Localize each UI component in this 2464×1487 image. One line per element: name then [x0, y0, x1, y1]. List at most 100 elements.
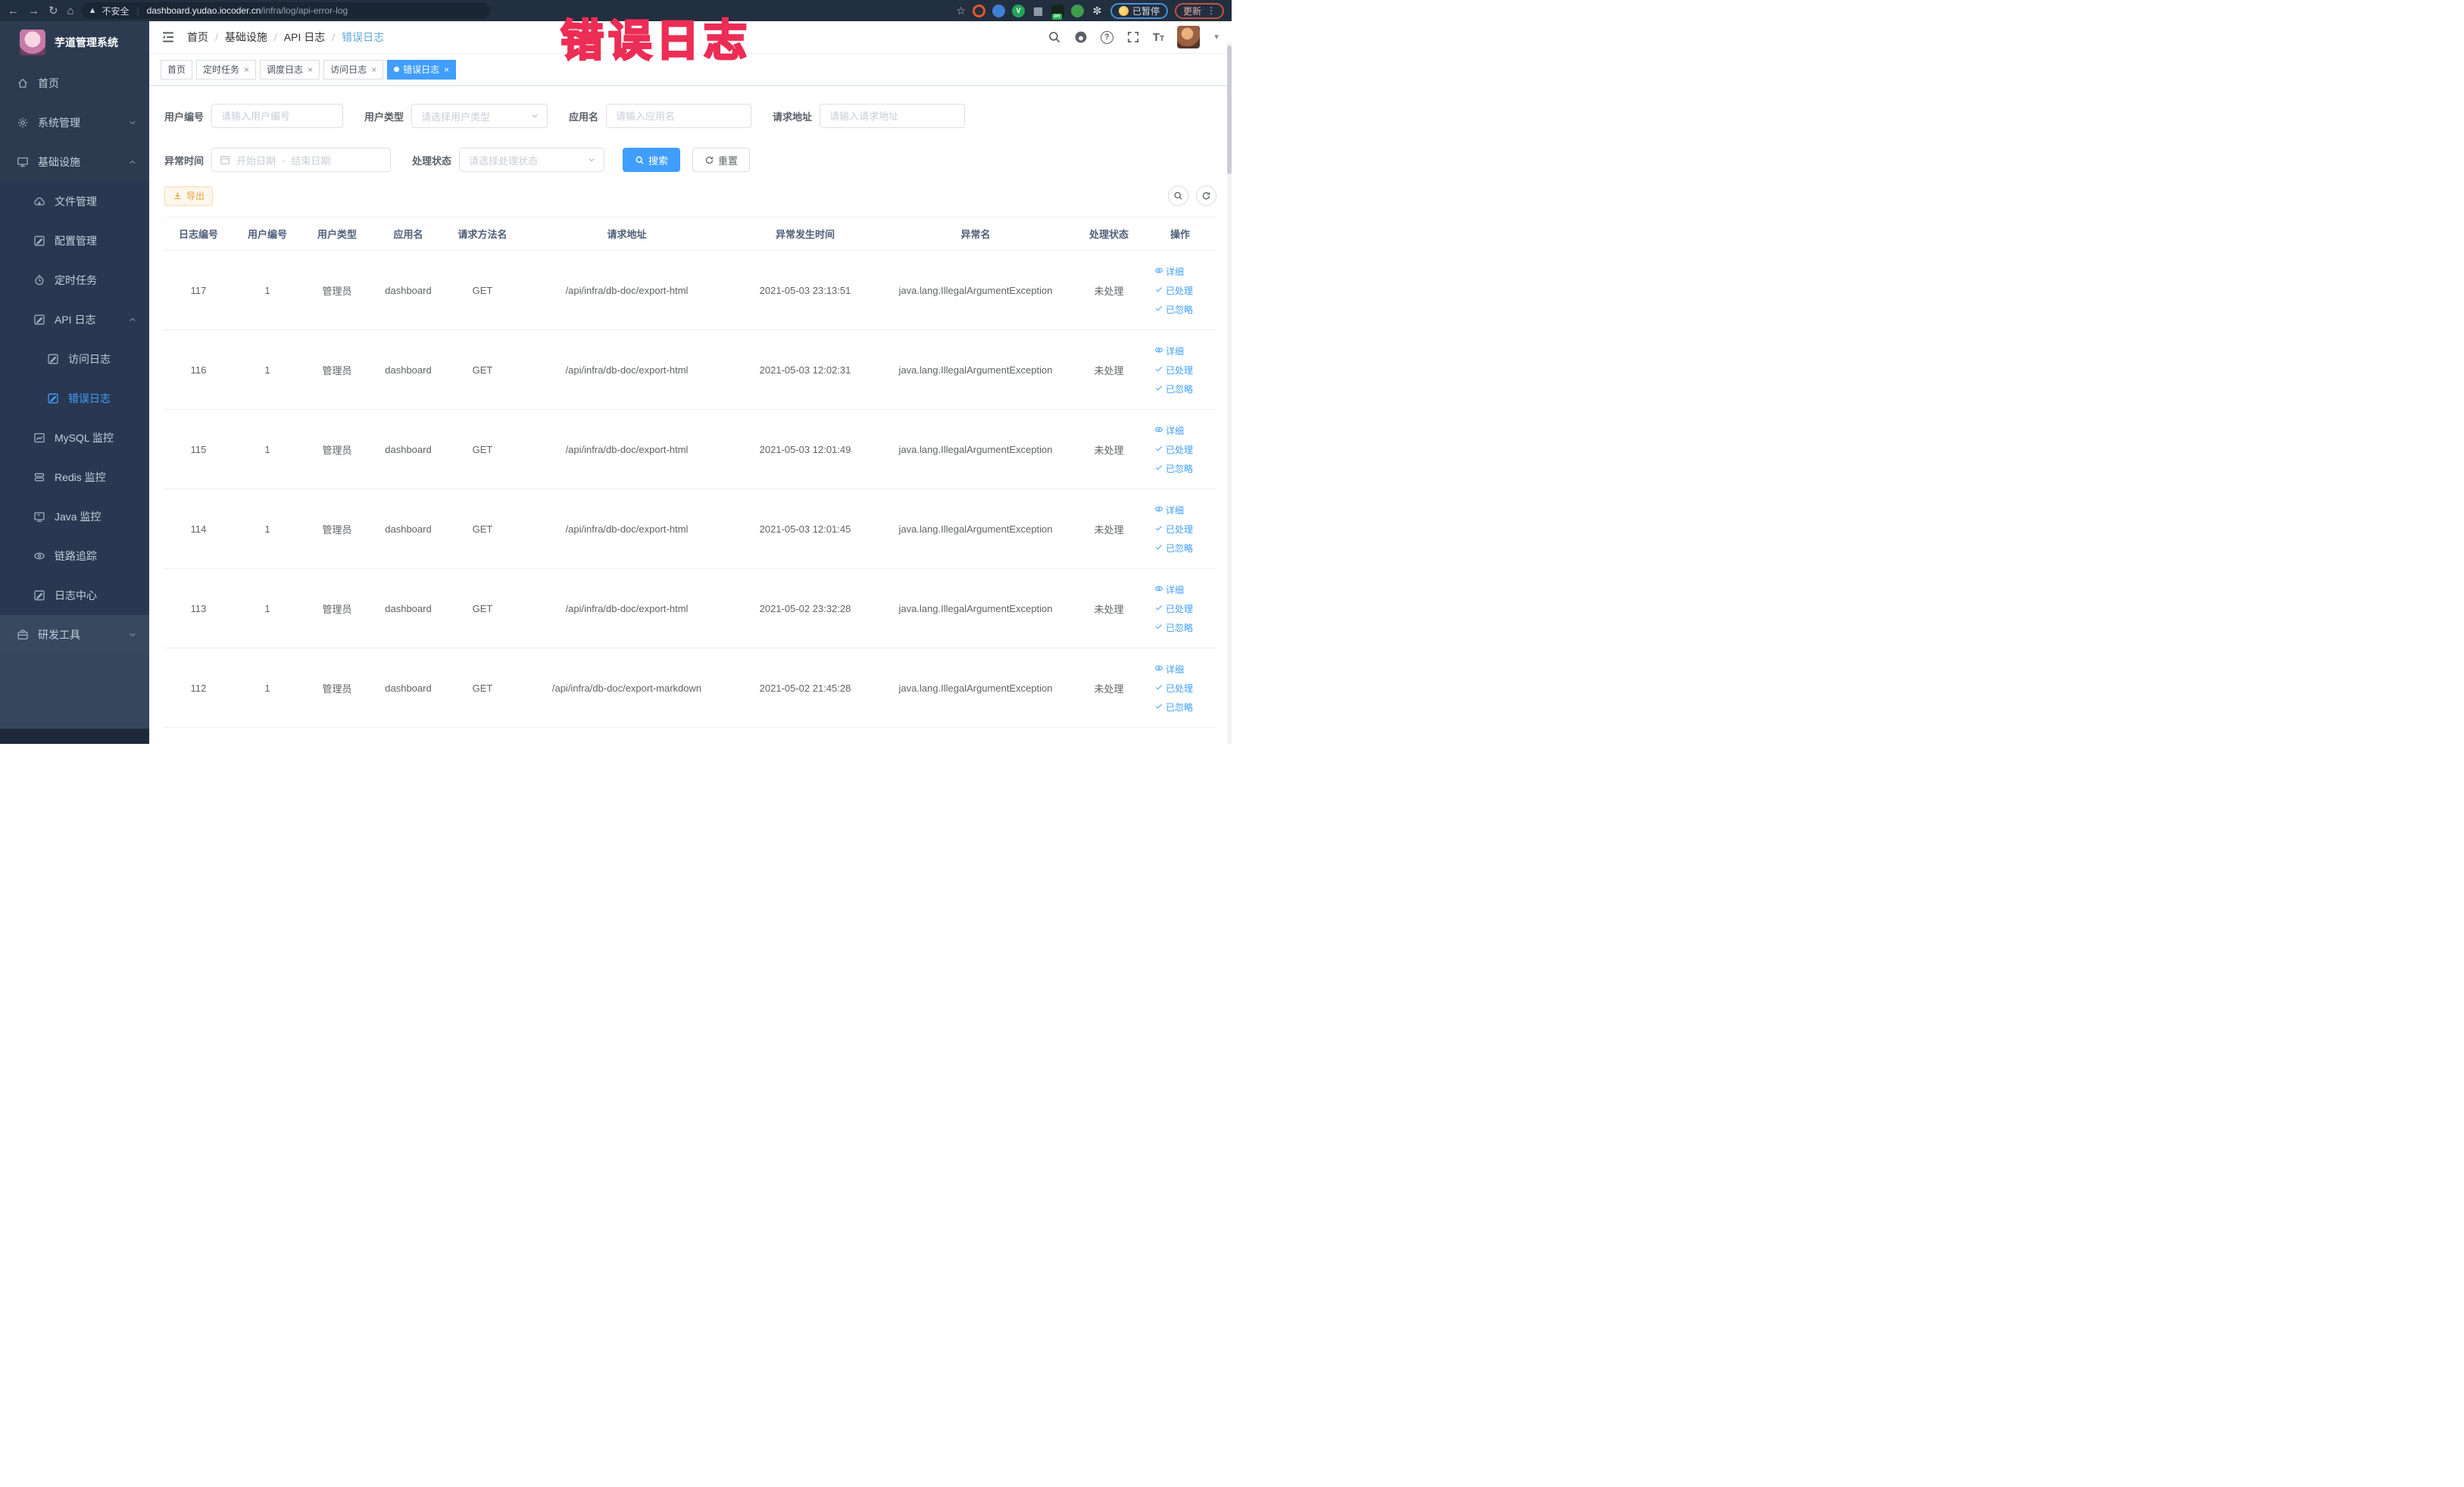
table-row: 116 1 管理员 dashboard GET/api/infra/db-doc/exp… [164, 330, 1216, 410]
sidebar-item-job[interactable]: 定时任务 [0, 261, 149, 300]
avatar-caret-icon[interactable]: ▼ [1213, 33, 1220, 42]
start-date-placeholder: 开始日期 [236, 155, 276, 167]
magnifier-icon [1174, 192, 1182, 200]
sidebar-item-home[interactable]: 首页 [0, 64, 149, 103]
app-name-input[interactable] [606, 104, 752, 128]
orange-ring-extension-icon[interactable] [972, 4, 985, 17]
github-icon[interactable] [1074, 30, 1088, 44]
tab-访问日志[interactable]: 访问日志 × [323, 59, 384, 80]
tags-view-bar: 首页 定时任务 × 调度日志 × 访问日志 × 错误日志 × [149, 54, 1232, 86]
sidebar-item-java[interactable]: Java 监控 [0, 497, 149, 536]
browser-reload-icon[interactable]: ↻ [48, 4, 58, 17]
url-text[interactable]: dashboard.yudao.iocoder.cn/infra/log/api… [147, 5, 348, 16]
sidebar-item-access-log[interactable]: 访问日志 [0, 339, 149, 379]
action-详细[interactable]: 详细 [1154, 504, 1184, 517]
cell-status: 未处理 [1094, 523, 1124, 536]
process-status-select[interactable]: 请选择处理状态 [459, 148, 605, 172]
paused-extension-chip[interactable]: 已暂停 [1110, 2, 1168, 19]
leaf-extension-icon[interactable] [1070, 4, 1084, 17]
table-row: 117 1 管理员 dashboard GET/api/infra/db-doc/exp… [164, 251, 1216, 330]
action-已处理[interactable]: 已处理 [1154, 682, 1193, 695]
browser-forward-icon[interactable]: → [28, 5, 39, 17]
sidebar-item-config[interactable]: 配置管理 [0, 221, 149, 261]
action-已忽略[interactable]: 已忽略 [1154, 303, 1193, 316]
help-icon[interactable]: ? [1100, 30, 1113, 44]
user-type-select[interactable]: 请选择用户类型 [411, 104, 548, 128]
cell-time: 2021-05-03 12:01:45 [759, 523, 851, 535]
app-logo-row[interactable]: 芋道管理系统 [0, 21, 149, 64]
close-icon[interactable]: × [371, 64, 376, 75]
pinwheel-extension-icon[interactable]: ✼ [1091, 5, 1104, 17]
action-详细[interactable]: 详细 [1154, 345, 1184, 358]
export-button[interactable]: 导出 [164, 186, 214, 206]
grid-extension-icon[interactable]: ▦ [1032, 5, 1045, 17]
sidebar-item-mysql[interactable]: MySQL 监控 [0, 418, 149, 458]
chip-kebab-icon: ⋮ [1207, 5, 1216, 16]
user-avatar[interactable] [1177, 26, 1201, 48]
cell-actions: 详细 已处理 已忽略 [1144, 583, 1216, 634]
action-已处理[interactable]: 已处理 [1154, 364, 1193, 376]
breadcrumb-item[interactable]: API 日志 [284, 30, 325, 45]
security-label[interactable]: 不安全 [102, 5, 130, 17]
on-switch-extension-icon[interactable]: on [1051, 4, 1064, 20]
eye-icon [33, 550, 45, 562]
tab-首页[interactable]: 首页 [161, 59, 193, 80]
action-详细[interactable]: 详细 [1154, 663, 1184, 676]
sidebar-item-label: API 日志 [55, 314, 96, 326]
refresh-table-button[interactable] [1196, 186, 1216, 206]
action-已忽略[interactable]: 已忽略 [1154, 462, 1193, 475]
sidebar-item-file[interactable]: 文件管理 [0, 182, 149, 221]
action-已处理[interactable]: 已处理 [1154, 523, 1193, 536]
tab-调度日志[interactable]: 调度日志 × [260, 59, 320, 80]
exception-time-range-picker[interactable]: 开始日期 - 结束日期 [211, 148, 392, 172]
tab-定时任务[interactable]: 定时任务 × [196, 59, 257, 80]
fullscreen-icon[interactable] [1126, 30, 1140, 44]
font-size-icon[interactable]: TT [1153, 31, 1164, 44]
search-icon[interactable] [1048, 30, 1061, 44]
breadcrumb-item[interactable]: 首页 [187, 30, 208, 45]
cell-actions: 详细 已处理 已忽略 [1144, 424, 1216, 475]
sidebar-item-system[interactable]: 系统管理 [0, 103, 149, 142]
action-已忽略[interactable]: 已忽略 [1154, 383, 1193, 395]
security-warning-icon[interactable]: ▲ [89, 6, 97, 15]
address-bar[interactable]: ▲ 不安全 | dashboard.yudao.iocoder.cn/infra… [80, 2, 490, 19]
action-已处理[interactable]: 已处理 [1154, 443, 1193, 456]
bookmark-star-icon[interactable]: ☆ [956, 5, 966, 17]
sidebar-item-dev-tools[interactable]: 研发工具 [0, 615, 149, 654]
scrollbar-thumb[interactable] [1227, 45, 1232, 174]
action-已忽略[interactable]: 已忽略 [1154, 542, 1193, 555]
action-已忽略[interactable]: 已忽略 [1154, 621, 1193, 634]
menu-fold-icon[interactable] [161, 30, 176, 45]
sidebar-item-log-center[interactable]: 日志中心 [0, 576, 149, 615]
action-已处理[interactable]: 已处理 [1154, 284, 1193, 297]
search-button[interactable]: 搜索 [623, 148, 681, 172]
action-详细[interactable]: 详细 [1154, 424, 1184, 437]
browser-home-icon[interactable]: ⌂ [67, 5, 74, 17]
action-已忽略[interactable]: 已忽略 [1154, 701, 1193, 714]
action-已处理[interactable]: 已处理 [1154, 602, 1193, 615]
green-v-extension-icon[interactable]: V [1011, 4, 1025, 17]
page-scrollbar[interactable] [1227, 42, 1232, 744]
sidebar-item-redis[interactable]: Redis 监控 [0, 458, 149, 497]
sidebar-collapse-bar[interactable] [0, 729, 149, 744]
blue-pin-extension-icon[interactable] [992, 4, 1005, 17]
toggle-search-button[interactable] [1168, 186, 1188, 206]
tab-错误日志[interactable]: 错误日志 × [387, 59, 457, 80]
sidebar-item-trace[interactable]: 链路追踪 [0, 536, 149, 576]
close-icon[interactable]: × [244, 64, 249, 75]
reset-button[interactable]: 重置 [692, 148, 751, 172]
sidebar-item-label: 访问日志 [68, 353, 111, 365]
sidebar-item-error-log[interactable]: 错误日志 [0, 379, 149, 418]
update-chip[interactable]: 更新 ⋮ [1174, 2, 1224, 19]
breadcrumb-item[interactable]: 基础设施 [225, 30, 267, 45]
action-详细[interactable]: 详细 [1154, 583, 1184, 596]
close-icon[interactable]: × [444, 64, 449, 75]
sidebar-item-infra[interactable]: 基础设施 [0, 142, 149, 182]
exception-time-label: 异常时间 [164, 155, 205, 167]
browser-back-icon[interactable]: ← [8, 5, 19, 17]
user-id-input[interactable] [211, 104, 344, 128]
close-icon[interactable]: × [308, 64, 313, 75]
request-url-input[interactable] [820, 104, 966, 128]
sidebar-item-api-log[interactable]: API 日志 [0, 300, 149, 339]
action-详细[interactable]: 详细 [1154, 265, 1184, 278]
